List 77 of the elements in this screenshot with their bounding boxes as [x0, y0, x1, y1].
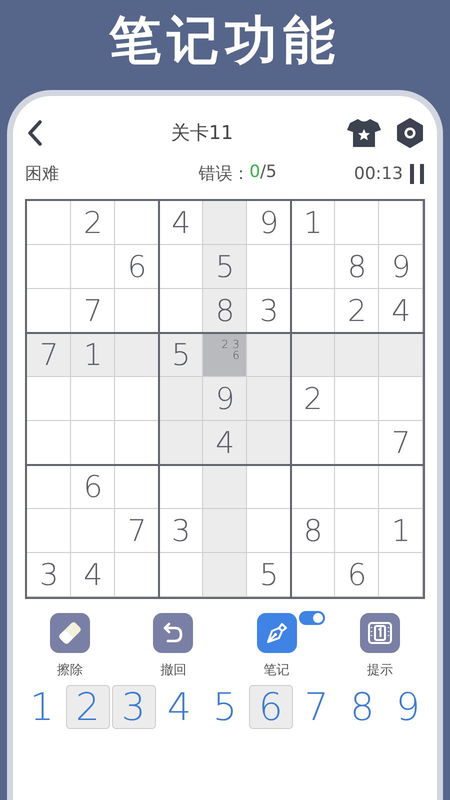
note-toggle[interactable] — [298, 611, 325, 625]
errors-label: 错误： — [198, 163, 250, 185]
tool-label: 提示 — [366, 662, 393, 679]
hint-card-icon — [366, 620, 393, 646]
grid-cell[interactable]: 7 — [379, 421, 423, 465]
tool-label: 擦除 — [57, 662, 83, 679]
tool-button[interactable] — [153, 613, 194, 653]
grid-cell[interactable]: 7 — [27, 333, 71, 377]
note-digit: 6 — [232, 348, 240, 362]
grid-cell[interactable] — [115, 333, 159, 377]
grid-cell[interactable]: 6 — [115, 245, 159, 289]
settings-icon[interactable] — [395, 118, 425, 148]
grid-cell[interactable]: 9 — [203, 377, 247, 421]
grid-cell[interactable] — [159, 421, 203, 465]
tool-label: 撤回 — [160, 662, 186, 679]
grid-cell[interactable] — [203, 553, 247, 597]
grid-cell[interactable]: 2 — [335, 289, 379, 333]
grid-cell[interactable] — [203, 201, 247, 245]
tool-button[interactable] — [360, 613, 400, 653]
number-key[interactable]: 6 — [248, 685, 293, 729]
grid-cell[interactable] — [203, 465, 247, 509]
note-digit: 3 — [232, 338, 240, 350]
grid-cell[interactable]: 6 — [335, 553, 379, 597]
grid-cell[interactable]: 1 — [291, 201, 335, 245]
number-key[interactable]: 1 — [20, 685, 64, 729]
errors-max: /5 — [260, 162, 277, 184]
grid-cell[interactable]: 4 — [203, 421, 247, 465]
grid-cell[interactable] — [247, 333, 291, 377]
number-key[interactable]: 8 — [340, 685, 384, 729]
grid-cell[interactable] — [247, 421, 291, 465]
grid-cell[interactable]: 4 — [159, 201, 203, 245]
pause-icon[interactable] — [409, 164, 425, 184]
tool-button[interactable] — [50, 613, 90, 653]
grid-cell[interactable]: 4 — [71, 553, 115, 597]
grid-cell[interactable] — [203, 509, 247, 553]
grid-cell[interactable]: 5 — [203, 245, 247, 289]
number-key[interactable]: 5 — [203, 685, 247, 729]
grid-cell[interactable]: 7 — [115, 509, 159, 553]
grid-cell[interactable]: 1 — [71, 333, 115, 377]
tool-button[interactable] — [256, 613, 297, 653]
grid-cell[interactable]: 2 — [291, 377, 335, 421]
grid-cell[interactable] — [291, 333, 335, 377]
grid-cell[interactable]: 3 — [27, 553, 71, 597]
note-digit: 2 — [222, 338, 228, 350]
grid-cell[interactable]: 8 — [291, 509, 335, 553]
shirt-star-icon[interactable] — [347, 118, 381, 148]
errors-count: 0 — [249, 162, 260, 184]
grid-cell[interactable]: 7 — [71, 289, 115, 333]
grid-cell[interactable]: 6 — [71, 465, 115, 509]
grid-cell[interactable]: 5 — [159, 333, 203, 377]
grid-cell[interactable]: 9 — [379, 245, 423, 289]
grid-cell[interactable]: 8 — [203, 289, 247, 333]
level-title: 关卡11 — [170, 121, 234, 146]
grid-cell[interactable] — [247, 377, 291, 421]
grid-cell[interactable]: 2 — [71, 201, 115, 245]
undo-icon — [161, 621, 186, 645]
grid-cell[interactable]: 3 — [159, 509, 203, 553]
grid-cell[interactable]: 5 — [247, 553, 291, 597]
grid-cell[interactable]: 8 — [335, 245, 379, 289]
number-key[interactable]: 9 — [386, 685, 430, 729]
banner-title: 笔记功能 — [109, 10, 341, 73]
grid-cell[interactable]: 3 — [247, 289, 291, 333]
difficulty-label: 困难 — [25, 163, 59, 185]
grid-cell[interactable] — [379, 333, 423, 377]
grid-cell[interactable] — [159, 377, 203, 421]
grid-cell[interactable]: 9 — [247, 201, 291, 245]
grid-cell[interactable] — [335, 333, 379, 377]
grid-cell[interactable]: 1 — [379, 509, 423, 553]
number-key[interactable]: 4 — [157, 685, 202, 729]
number-key[interactable]: 3 — [112, 685, 156, 729]
back-icon[interactable] — [25, 119, 45, 147]
number-key[interactable]: 2 — [66, 685, 110, 729]
tool-label: 笔记 — [264, 662, 290, 679]
number-key[interactable]: 7 — [294, 685, 338, 729]
grid-cell[interactable]: 4 — [379, 289, 423, 333]
timer: 00:13 — [354, 164, 403, 184]
grid-cell[interactable]: 2 3 6 — [203, 333, 247, 377]
